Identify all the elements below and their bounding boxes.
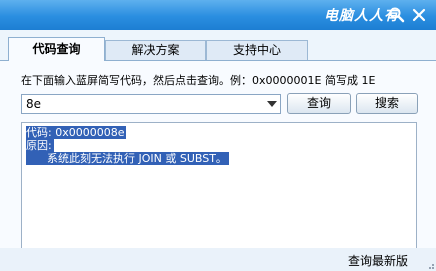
close-icon[interactable] <box>410 6 428 24</box>
check-update-link[interactable]: 查询最新版 <box>348 252 408 269</box>
search-icon[interactable] <box>388 6 406 24</box>
result-line-code: 代码: 0x0000008e <box>26 126 127 139</box>
title-bar: 电脑人人有 <box>0 0 436 30</box>
search-button[interactable]: 搜索 <box>356 93 418 114</box>
result-line-reason: 系统此刻无法执行 JOIN 或 SUBST。 <box>26 152 229 165</box>
query-button[interactable]: 查询 <box>287 93 351 114</box>
tab-code-query[interactable]: 代码查询 <box>8 37 105 61</box>
code-input-combobox[interactable]: 8e <box>21 94 281 114</box>
code-query-panel: 在下面输入蓝屏简写代码，然后点击查询。例：0x0000001E 简写成 1E 8… <box>0 61 436 271</box>
tab-solutions[interactable]: 解决方案 <box>105 40 206 60</box>
result-line-reason-label: 原因: <box>26 139 54 152</box>
code-input-value[interactable]: 8e <box>26 97 41 111</box>
resize-grip-icon[interactable] <box>425 260 435 270</box>
result-textarea[interactable]: 代码: 0x0000008e 原因: 系统此刻无法执行 JOIN 或 SUBST… <box>21 122 417 267</box>
main-area: 代码查询 解决方案 支持中心 在下面输入蓝屏简写代码，然后点击查询。例：0x00… <box>0 30 436 271</box>
tab-strip: 代码查询 解决方案 支持中心 <box>0 30 436 61</box>
chevron-down-icon[interactable] <box>267 101 277 107</box>
status-bar: 查询最新版 <box>0 248 436 271</box>
tab-support-center[interactable]: 支持中心 <box>206 40 308 60</box>
instruction-text: 在下面输入蓝屏简写代码，然后点击查询。例：0x0000001E 简写成 1E <box>21 74 376 87</box>
